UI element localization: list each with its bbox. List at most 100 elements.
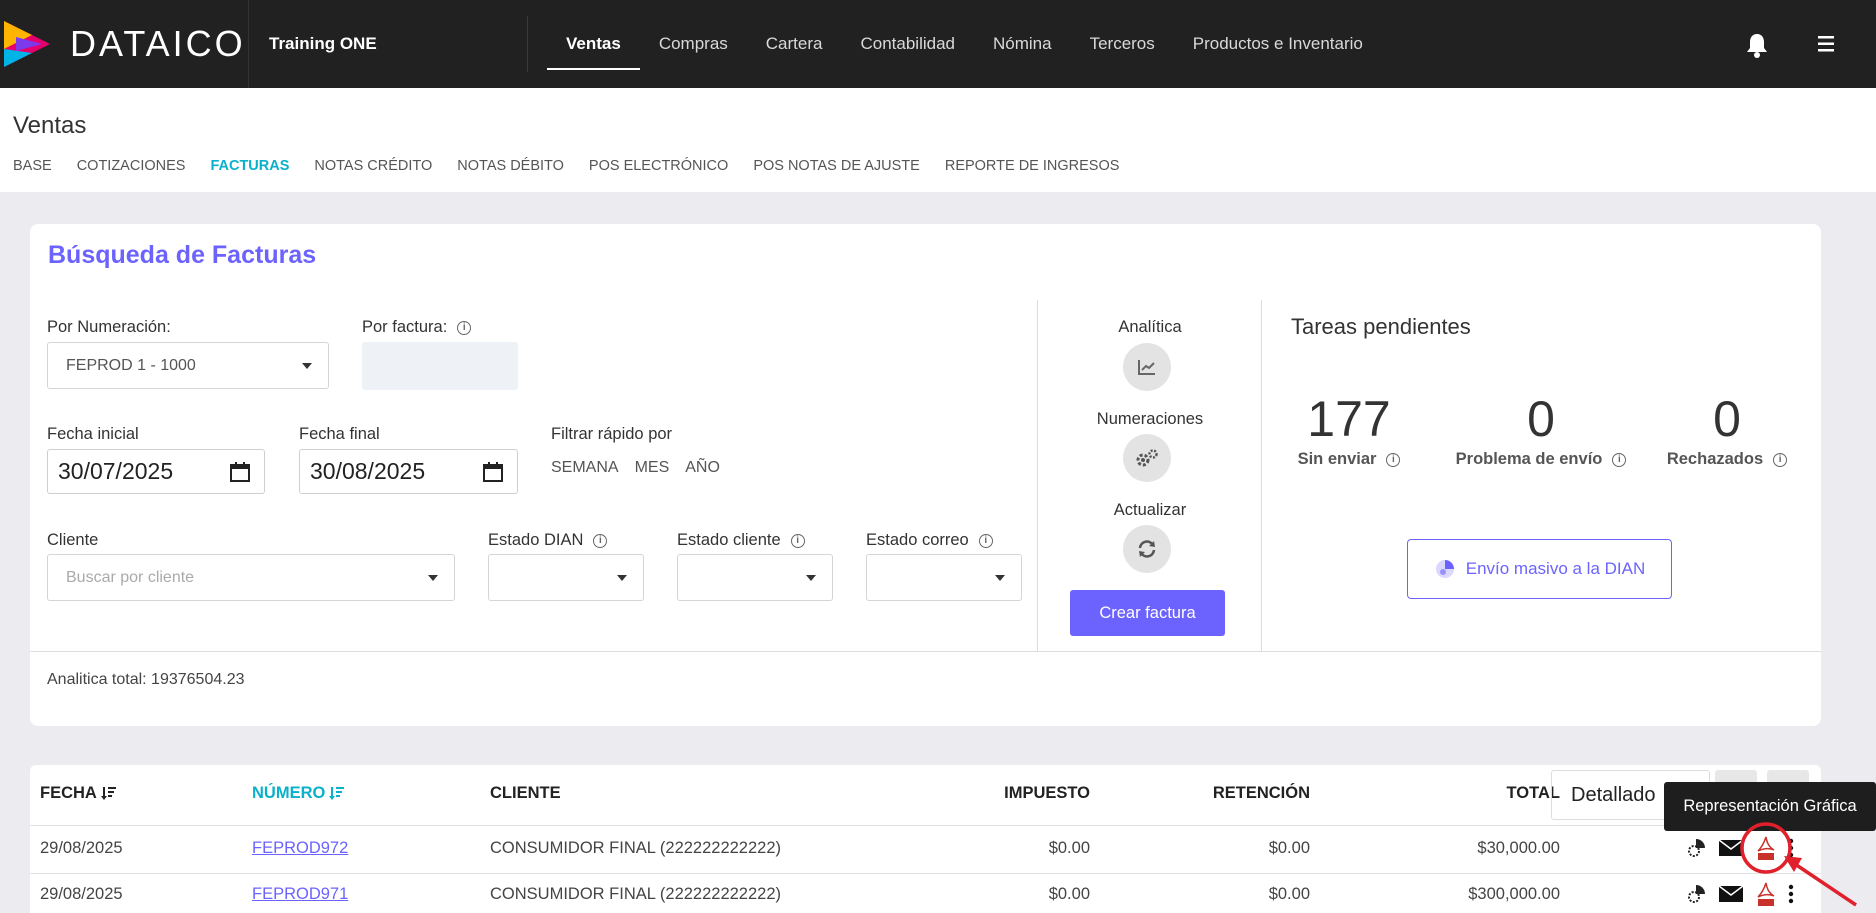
crear-factura-button[interactable]: Crear factura: [1070, 590, 1225, 636]
hamburger-menu-icon[interactable]: [1813, 34, 1839, 54]
chevron-down-icon: [617, 575, 627, 581]
row1-numero-link[interactable]: FEPROD972: [252, 839, 348, 858]
nav-item-contabilidad[interactable]: Contabilidad: [841, 0, 974, 88]
divider: [1037, 300, 1038, 652]
nav-item-compras[interactable]: Compras: [640, 0, 747, 88]
envio-masivo-button[interactable]: Envío masivo a la DIAN: [1407, 539, 1672, 599]
info-icon[interactable]: i: [790, 533, 805, 548]
logo-mark-icon: [4, 21, 50, 67]
nav-item-nomina[interactable]: Nómina: [974, 0, 1071, 88]
pdf-icon[interactable]: [1756, 881, 1776, 907]
brand-logo[interactable]: DATAICO: [0, 0, 249, 88]
col-fecha[interactable]: FECHA: [40, 784, 117, 806]
analytics-total: Analitica total: 19376504.23: [47, 671, 245, 688]
info-icon[interactable]: i: [1386, 452, 1401, 467]
info-icon[interactable]: i: [593, 533, 608, 548]
chevron-down-icon: [995, 575, 1005, 581]
quick-filters: SEMANA MES AÑO: [551, 459, 736, 477]
estado-dian-select[interactable]: [488, 554, 644, 601]
col-total: TOTAL: [1506, 784, 1560, 802]
factura-label: Por factura: i: [362, 318, 472, 337]
numeraciones-button[interactable]: [1123, 434, 1171, 482]
tab-notas-credito[interactable]: NOTAS CRÉDITO: [314, 158, 432, 174]
row-divider: [30, 873, 1821, 874]
row1-fecha: 29/08/2025: [40, 839, 123, 857]
kebab-icon[interactable]: [1788, 838, 1794, 858]
dian-icon[interactable]: [1684, 882, 1708, 906]
sort-icon[interactable]: [100, 786, 117, 800]
filtrar-label: Filtrar rápido por: [551, 425, 673, 443]
tab-reporte-ingresos[interactable]: REPORTE DE INGRESOS: [945, 158, 1120, 174]
row2-fecha: 29/08/2025: [40, 885, 123, 903]
calendar-icon[interactable]: [229, 461, 251, 483]
quick-filter-mes[interactable]: MES: [635, 459, 670, 476]
nav-item-cartera[interactable]: Cartera: [747, 0, 842, 88]
kebab-icon[interactable]: [1788, 884, 1794, 904]
estado-cliente-label: Estado cliente i: [677, 531, 805, 550]
col-retencion: RETENCIÓN: [1212, 784, 1310, 802]
quick-filter-ano[interactable]: AÑO: [685, 459, 720, 476]
row2-total: $300,000.00: [1468, 885, 1560, 903]
col-impuesto: IMPUESTO: [1004, 784, 1090, 802]
estado-cliente-select[interactable]: [677, 554, 833, 601]
row-divider: [30, 825, 1821, 826]
nav-item-ventas[interactable]: Ventas: [547, 0, 640, 88]
quick-filter-semana[interactable]: SEMANA: [551, 459, 619, 476]
dian-icon: [1435, 560, 1454, 578]
tasks-title: Tareas pendientes: [1291, 314, 1471, 339]
analitica-label: Analítica: [1118, 318, 1182, 336]
divider: [1261, 300, 1262, 652]
row2-numero-link[interactable]: FEPROD971: [252, 885, 348, 904]
tab-cotizaciones[interactable]: COTIZACIONES: [77, 158, 186, 174]
company-name[interactable]: Training ONE: [269, 0, 377, 88]
stat-problema-value: 0: [1527, 391, 1555, 447]
bell-icon[interactable]: [1745, 32, 1769, 58]
stat-rechazados-label: Rechazados i: [1607, 450, 1847, 469]
estado-correo-select[interactable]: [866, 554, 1022, 601]
info-icon[interactable]: i: [978, 533, 993, 548]
nav-separator: [527, 16, 528, 72]
stat-sin-enviar-value: 177: [1307, 391, 1391, 447]
chevron-down-icon: [806, 575, 816, 581]
analitica-button[interactable]: [1123, 343, 1171, 391]
mail-icon[interactable]: [1718, 838, 1744, 858]
nav-item-terceros[interactable]: Terceros: [1071, 0, 1174, 88]
sort-icon[interactable]: [329, 786, 345, 800]
tab-notas-debito[interactable]: NOTAS DÉBITO: [457, 158, 564, 174]
estado-correo-label: Estado correo i: [866, 531, 993, 550]
nav-item-productos[interactable]: Productos e Inventario: [1174, 0, 1382, 88]
dian-icon[interactable]: [1684, 836, 1708, 860]
tab-pos-electronico[interactable]: POS ELECTRÓNICO: [589, 158, 728, 174]
info-icon[interactable]: i: [457, 320, 472, 335]
tab-pos-notas-ajuste[interactable]: POS NOTAS DE AJUSTE: [753, 158, 920, 174]
chevron-down-icon: [302, 363, 312, 369]
tab-base[interactable]: BASE: [13, 158, 52, 174]
divider: [30, 651, 1821, 652]
mail-icon[interactable]: [1718, 884, 1744, 904]
cliente-placeholder: Buscar por cliente: [66, 569, 195, 586]
actualizar-button[interactable]: [1123, 525, 1171, 573]
search-card: Búsqueda de Facturas Por Numeración: FEP…: [30, 224, 1821, 726]
cliente-select[interactable]: Buscar por cliente: [47, 554, 455, 601]
col-cliente: CLIENTE: [490, 784, 561, 802]
cliente-label: Cliente: [47, 531, 99, 549]
fecha-final-label: Fecha final: [299, 425, 380, 443]
estado-dian-label: Estado DIAN i: [488, 531, 608, 550]
tab-facturas[interactable]: FACTURAS: [210, 158, 289, 174]
factura-input[interactable]: [362, 342, 518, 390]
refresh-icon: [1138, 540, 1156, 558]
chart-icon: [1138, 360, 1155, 375]
section-tabs: BASE COTIZACIONES FACTURAS NOTAS CRÉDITO…: [13, 158, 1144, 174]
calendar-icon[interactable]: [482, 461, 504, 483]
numeracion-label: Por Numeración:: [47, 318, 171, 336]
pdf-icon[interactable]: [1756, 835, 1776, 861]
col-numero[interactable]: NÚMERO: [252, 784, 345, 806]
row1-total: $30,000.00: [1477, 839, 1560, 857]
info-icon[interactable]: i: [1773, 452, 1788, 467]
fecha-final-input[interactable]: 30/08/2025: [299, 449, 518, 494]
fecha-inicial-input[interactable]: 30/07/2025: [47, 449, 265, 494]
row1-cliente: CONSUMIDOR FINAL (222222222222): [490, 839, 782, 857]
fecha-inicial-value: 30/07/2025: [58, 458, 174, 484]
main-menu: Ventas Compras Cartera Contabilidad Nómi…: [547, 0, 1382, 88]
numeracion-select[interactable]: FEPROD 1 - 1000: [47, 342, 329, 389]
